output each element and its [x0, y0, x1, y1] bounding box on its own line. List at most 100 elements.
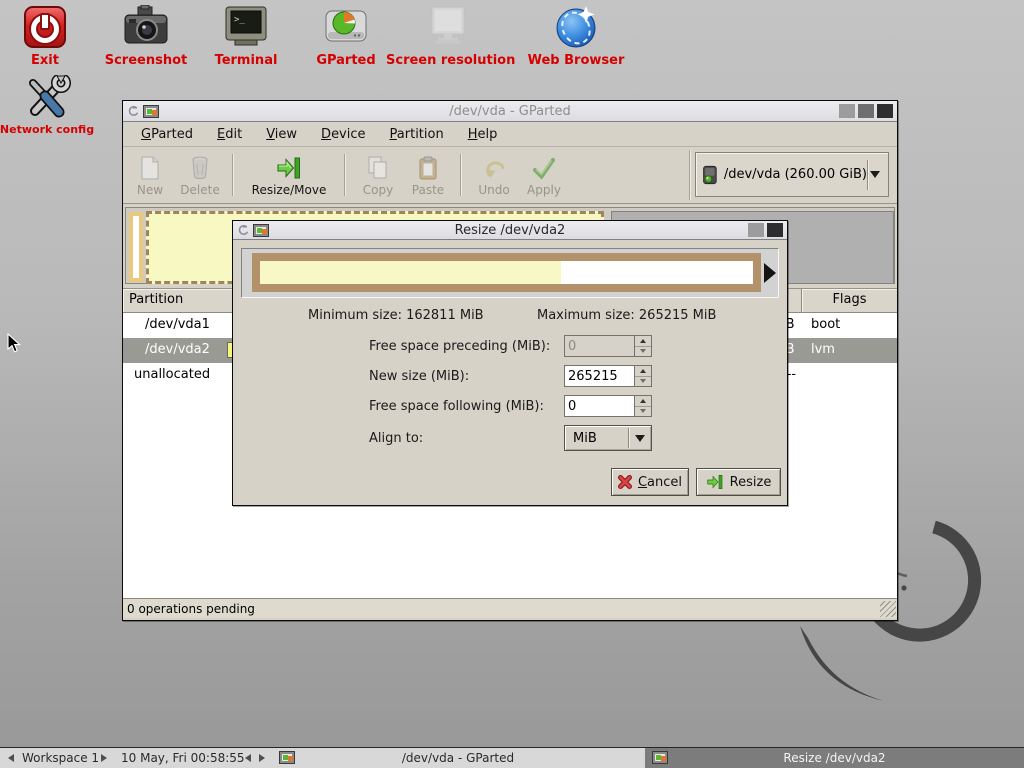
toolbar: New Delete Resize/Move — [123, 147, 897, 204]
maximize-button[interactable] — [858, 104, 874, 118]
new-button[interactable]: New — [125, 150, 175, 200]
free-space-preceding-spinbox — [564, 335, 652, 357]
debian-swirl-icon — [127, 105, 140, 118]
column-header-partition[interactable]: Partition — [123, 289, 233, 312]
device-combo-value: /dev/vda (260.00 GiB) — [724, 167, 867, 182]
desktop-icon-label: Screenshot — [93, 53, 199, 68]
spin-down-button[interactable] — [635, 377, 651, 387]
iconify-button[interactable] — [839, 104, 855, 118]
menu-help[interactable]: Help — [456, 123, 510, 146]
spin-up-button[interactable] — [635, 396, 651, 407]
partition-visual-vda1[interactable] — [129, 212, 143, 282]
spin-up-button[interactable] — [635, 336, 651, 347]
spin-down-button[interactable] — [635, 407, 651, 417]
menu-edit[interactable]: Edit — [205, 123, 254, 146]
disk-partition-icon — [322, 6, 370, 48]
toolbar-separator — [344, 154, 346, 196]
resize-grip[interactable] — [880, 601, 896, 617]
workspace-label[interactable]: Workspace 1 — [22, 751, 99, 765]
desktop-icon-terminal[interactable]: >_ Terminal — [193, 2, 299, 68]
globe-icon — [553, 4, 599, 50]
dialog-titlebar[interactable]: Resize /dev/vda2 — [233, 221, 787, 240]
apply-button[interactable]: Apply — [519, 150, 569, 200]
column-header-flags[interactable]: Flags — [801, 289, 897, 312]
free-space-following-label: Free space following (MiB): — [369, 399, 544, 414]
toolbar-separator — [460, 154, 462, 196]
desktop-icon-screen-resolution[interactable]: Screen resolution — [386, 2, 510, 68]
cancel-x-icon — [618, 475, 632, 489]
desktop-icon-exit[interactable]: Exit — [0, 2, 98, 68]
task-prev-icon[interactable] — [245, 754, 251, 762]
desktop-icon-web-browser[interactable]: Web Browser — [514, 2, 638, 68]
free-space-preceding-input — [565, 336, 634, 356]
free-space-preceding-label: Free space preceding (MiB): — [369, 339, 550, 354]
clock: 10 May, Fri 00:58:55 — [121, 751, 245, 765]
menu-gparted[interactable]: GParted — [129, 123, 205, 146]
resize-slider[interactable] — [241, 248, 779, 298]
resize-dialog: Resize /dev/vda2 Minimum size: 162811 Mi… — [232, 220, 788, 506]
toolbar-separator — [689, 150, 691, 200]
free-space-following-input[interactable] — [565, 396, 634, 416]
menu-view[interactable]: View — [254, 123, 309, 146]
undo-button[interactable]: Undo — [469, 150, 519, 200]
monitor-icon — [424, 5, 472, 49]
apply-check-icon — [532, 156, 556, 180]
menu-device[interactable]: Device — [309, 123, 377, 146]
task-next-icon[interactable] — [259, 754, 265, 762]
close-button[interactable] — [877, 104, 893, 118]
menu-partition[interactable]: Partition — [378, 123, 456, 146]
close-button[interactable] — [767, 223, 783, 237]
align-to-combo[interactable]: MiB — [564, 425, 652, 451]
maximum-size-label: Maximum size: 265215 MiB — [537, 308, 716, 323]
copy-icon — [367, 156, 389, 180]
maximize-button[interactable] — [748, 223, 764, 237]
workspace-next-icon[interactable] — [101, 754, 107, 762]
operations-pending-text: 0 operations pending — [127, 602, 255, 616]
resize-slider-right-handle[interactable] — [764, 263, 776, 283]
desktop-icon-gparted[interactable]: GParted — [293, 2, 399, 68]
resize-confirm-button[interactable]: Resize — [696, 468, 781, 496]
align-to-value: MiB — [573, 431, 597, 446]
resize-slider-track — [260, 261, 753, 284]
mouse-cursor — [7, 333, 22, 354]
desktop-icon-label: Screen resolution — [386, 53, 510, 68]
new-size-input[interactable] — [565, 366, 634, 386]
desktop-icon-label: Network config — [0, 123, 100, 136]
desktop: Exit Screenshot >_ Term — [0, 0, 1024, 768]
copy-button[interactable]: Copy — [353, 150, 403, 200]
resize-move-icon — [276, 156, 302, 180]
desktop-icon-screenshot[interactable]: Screenshot — [93, 2, 199, 68]
window-title: /dev/vda - GParted — [123, 104, 897, 119]
minimum-size-label: Minimum size: 162811 MiB — [308, 308, 484, 323]
taskbar-task-gparted[interactable]: /dev/vda - GParted — [272, 748, 644, 768]
align-to-label: Align to: — [369, 431, 423, 446]
power-icon — [24, 6, 66, 48]
window-titlebar[interactable]: /dev/vda - GParted — [123, 101, 897, 122]
tools-icon — [23, 75, 71, 119]
resize-move-button[interactable]: Resize/Move — [241, 150, 337, 200]
desktop-icon-label: Exit — [0, 53, 98, 68]
taskbar-task-resize-dialog[interactable]: Resize /dev/vda2 — [645, 748, 1024, 768]
paste-button[interactable]: Paste — [403, 150, 453, 200]
cancel-button[interactable]: Cancel — [611, 468, 689, 496]
terminal-icon: >_ — [223, 6, 269, 48]
spin-up-button[interactable] — [635, 366, 651, 377]
paste-icon — [418, 156, 438, 180]
svg-text:>_: >_ — [234, 15, 245, 25]
gparted-app-icon — [253, 224, 269, 237]
device-disk-icon — [702, 163, 718, 187]
desktop-icon-label: GParted — [293, 53, 399, 68]
new-size-label: New size (MiB): — [369, 369, 469, 384]
resize-slider-frame — [252, 253, 761, 292]
delete-button[interactable]: Delete — [175, 150, 225, 200]
spin-down-button[interactable] — [635, 347, 651, 357]
new-size-spinbox — [564, 365, 652, 387]
device-combo[interactable]: /dev/vda (260.00 GiB) — [695, 152, 889, 197]
dialog-title: Resize /dev/vda2 — [233, 223, 787, 238]
desktop-icon-network-config[interactable]: Network config — [0, 72, 100, 136]
undo-icon — [483, 156, 505, 180]
resize-slider-used-space — [260, 261, 561, 284]
workspace-prev-icon[interactable] — [8, 754, 14, 762]
free-space-following-spinbox — [564, 395, 652, 417]
taskbar: Workspace 1 10 May, Fri 00:58:55 /dev/vd… — [0, 747, 1024, 768]
